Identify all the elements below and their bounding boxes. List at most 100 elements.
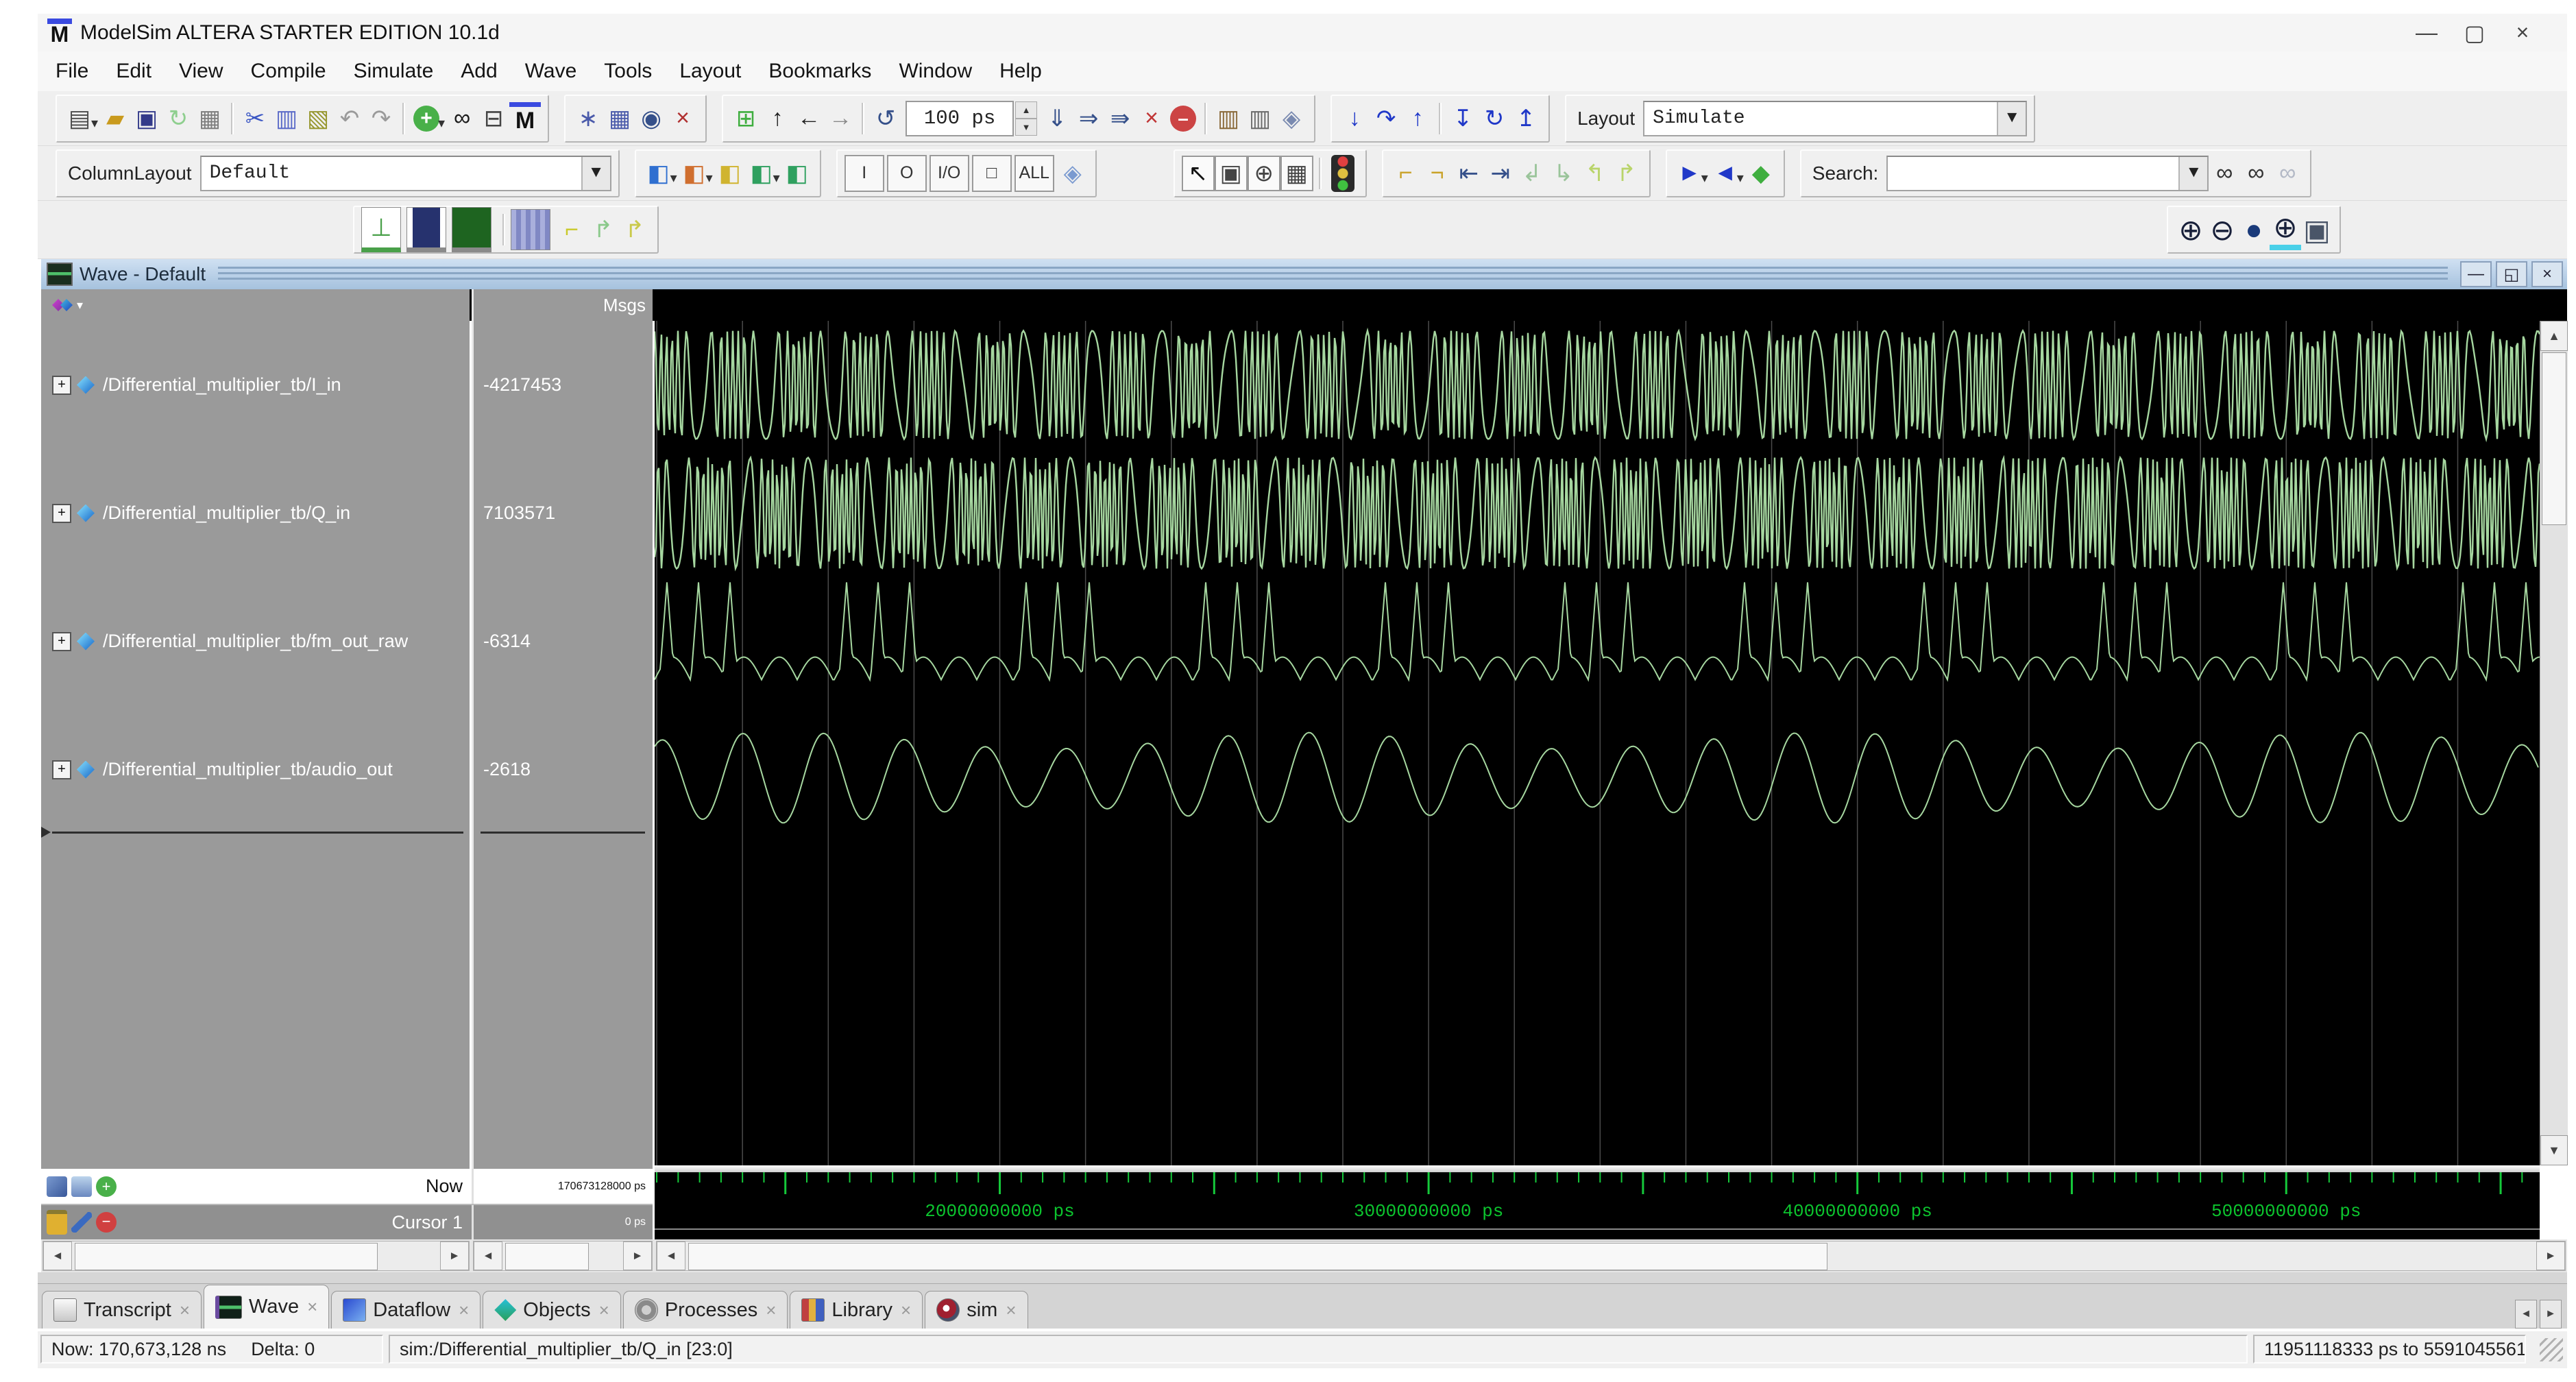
scroll-left-icon[interactable]: ◄ [43, 1241, 72, 1270]
wave-cut-config-dropdown-icon[interactable]: ▾ [706, 169, 713, 186]
wave-canvas[interactable] [653, 321, 2541, 1165]
scroll-up-icon[interactable]: ▲ [2540, 321, 2568, 351]
filter-output-button[interactable]: O [886, 154, 927, 192]
run-length-increment-button[interactable]: ▲ [1015, 101, 1038, 119]
search-options-button[interactable]: ∞ [2272, 156, 2303, 191]
msgs-column-header[interactable]: Msgs [472, 289, 653, 321]
scrollbar-thumb[interactable] [505, 1243, 589, 1270]
compile-button[interactable]: ∗ [572, 101, 604, 136]
wave-window-titlebar[interactable]: Wave - Default — ◱ × [41, 259, 2567, 289]
scroll-down-icon[interactable]: ▼ [2540, 1135, 2568, 1165]
tab-objects[interactable]: Objects × [483, 1291, 621, 1329]
cut-button[interactable]: ✂ [239, 101, 271, 136]
tab-close-icon[interactable]: × [599, 1300, 609, 1321]
edit-falling-edge-button[interactable]: ↱ [619, 212, 651, 247]
add-cursor-icon[interactable]: + [96, 1176, 117, 1197]
collapse-sections-button[interactable]: ⊟ [478, 101, 509, 136]
stop-hand-button[interactable]: ◈ [1276, 101, 1307, 136]
scroll-left-icon[interactable]: ◄ [657, 1241, 685, 1270]
edit-cursor-icon[interactable] [71, 1212, 92, 1233]
wave-edit-config-dropdown-icon[interactable]: ▾ [670, 169, 677, 186]
expand-signal-button[interactable]: + [52, 375, 71, 395]
menu-bookmarks[interactable]: Bookmarks [768, 60, 871, 83]
tab-scroll-right-icon[interactable]: ► [2540, 1300, 2562, 1329]
wave-dock-button[interactable]: — [2460, 261, 2492, 287]
stop-drawing-button[interactable] [1330, 154, 1354, 192]
menu-tools[interactable]: Tools [604, 60, 652, 83]
restart-button[interactable]: ↺ [870, 101, 901, 136]
menu-window[interactable]: Window [899, 60, 972, 83]
step-into-button[interactable]: ↓ [1339, 101, 1370, 136]
edit-pattern-button[interactable] [511, 209, 550, 250]
filter-inout-button[interactable]: I/O [929, 154, 969, 192]
tab-close-icon[interactable]: × [766, 1300, 776, 1321]
next-falling-edge-button[interactable]: ↳ [1548, 156, 1579, 191]
tab-sim[interactable]: sim × [925, 1291, 1028, 1329]
wave-colors-button[interactable]: ◈ [1057, 156, 1089, 191]
tab-close-icon[interactable]: × [901, 1300, 911, 1321]
search-reverse-button[interactable]: ∞ [2209, 156, 2240, 191]
scroll-right-icon[interactable]: ► [623, 1241, 652, 1270]
columnlayout-combobox[interactable]: Default ▼ [199, 155, 611, 191]
break-now-button[interactable]: – [1170, 105, 1197, 132]
modelsim-home-button[interactable]: M [509, 102, 542, 134]
profile-run-button[interactable]: ▥ [1213, 101, 1244, 136]
tab-library[interactable]: Library × [790, 1291, 923, 1329]
menu-help[interactable]: Help [999, 60, 1042, 83]
values-scrollbar[interactable]: ◄ ► [473, 1241, 653, 1271]
tab-close-icon[interactable]: × [307, 1296, 317, 1318]
menu-add[interactable]: Add [461, 60, 497, 83]
run-button[interactable]: ⇓ [1041, 101, 1073, 136]
compile-all-button[interactable]: ▦ [604, 101, 635, 136]
maximize-button[interactable]: ▢ [2451, 17, 2499, 49]
menu-layout[interactable]: Layout [679, 60, 741, 83]
expand-all-time-button[interactable]: ◆ [1745, 156, 1777, 191]
tab-processes[interactable]: Processes × [622, 1291, 788, 1329]
print-button[interactable]: ▦ [194, 101, 226, 136]
back-button[interactable]: ← [793, 101, 825, 136]
expand-signal-button[interactable]: + [52, 503, 71, 523]
collapse-time-dropdown-icon[interactable]: ▾ [1737, 169, 1744, 186]
wave-save-format-dropdown-icon[interactable]: ▾ [773, 169, 780, 186]
waveform-plot[interactable] [653, 321, 2541, 1165]
redo-button[interactable]: ↷ [365, 101, 397, 136]
menu-edit[interactable]: Edit [116, 60, 151, 83]
add-selected-dropdown-icon[interactable]: ▾ [438, 114, 445, 132]
signal-row[interactable]: + /Differential_multiplier_tb/audio_out [41, 705, 470, 834]
menu-view[interactable]: View [179, 60, 223, 83]
menu-compile[interactable]: Compile [251, 60, 326, 83]
signal-row[interactable]: + /Differential_multiplier_tb/I_in [41, 321, 470, 449]
close-button[interactable]: × [2499, 17, 2547, 49]
chevron-down-icon[interactable]: ▼ [2178, 156, 2208, 190]
insert-cursor-button[interactable]: ⌐ [1390, 156, 1422, 191]
tab-wave[interactable]: Wave × [204, 1285, 330, 1329]
copy-button[interactable]: ▥ [271, 101, 302, 136]
wave-undock-button[interactable]: ◱ [2496, 261, 2527, 287]
edit-rising-edge-button[interactable]: ↱ [587, 212, 619, 247]
step-out-current-button[interactable]: ↥ [1510, 101, 1542, 136]
step-into-current-button[interactable]: ↧ [1447, 101, 1479, 136]
filter-input-button[interactable]: I [844, 154, 884, 192]
cursor-properties-icon[interactable] [47, 1176, 67, 1197]
new-file-dropdown-icon[interactable]: ▾ [91, 114, 98, 132]
signal-name[interactable]: /Differential_multiplier_tb/audio_out [103, 759, 393, 780]
search-combobox[interactable]: ▼ [1886, 155, 2209, 191]
search-forward-button[interactable]: ∞ [2240, 156, 2272, 191]
zoom-in-button[interactable]: ⊕ [2175, 212, 2207, 247]
resize-grip[interactable] [2540, 1338, 2563, 1361]
expand-signal-button[interactable]: + [52, 631, 71, 651]
filter-internal-button[interactable]: □ [971, 154, 1012, 192]
delete-cursor-button[interactable]: ¬ [1422, 156, 1453, 191]
step-over-button[interactable]: ↷ [1370, 101, 1402, 136]
break-compile-button[interactable]: × [667, 101, 698, 136]
scroll-left-icon[interactable]: ◄ [474, 1241, 502, 1270]
run-all-button[interactable]: ⇛ [1104, 101, 1136, 136]
step-over-current-button[interactable]: ↻ [1479, 101, 1510, 136]
find-button[interactable]: ∞ [446, 101, 478, 136]
scrollbar-thumb[interactable] [688, 1243, 1827, 1270]
lock-cursor-icon[interactable] [47, 1210, 67, 1235]
tab-close-icon[interactable]: × [180, 1300, 190, 1321]
expand-time-dropdown-icon[interactable]: ▾ [1701, 169, 1708, 186]
wave-close-button[interactable]: × [2531, 261, 2563, 287]
zoom-out-button[interactable]: ⊖ [2207, 212, 2238, 247]
